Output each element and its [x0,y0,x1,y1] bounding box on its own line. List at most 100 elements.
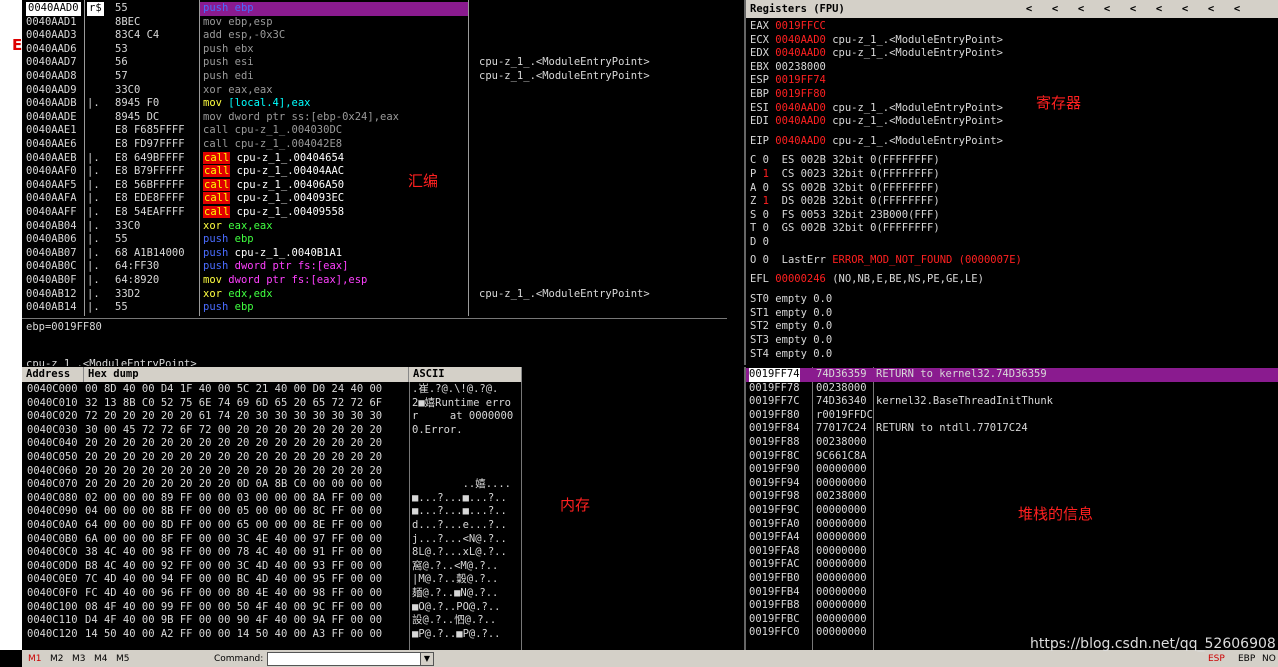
disasm-row[interactable]: 0040AAFF |. E8 54EAFFFF call cpu-z_1_.00409… [22,206,727,220]
dump-row[interactable]: 0040C030 30 00 45 72 72 6F 72 00 20 20 20… [22,424,727,438]
disasm-row[interactable]: 0040AAE1 E8 F685FFFF call cpu-z_1_.004030D… [22,124,727,138]
dump-row[interactable]: 0040C040 20 20 20 20 20 20 20 20 20 20 20… [22,437,727,451]
disasm-row[interactable]: 0040AB0C |. 64:FF30 push dword ptr fs:[eax] [22,260,727,274]
dump-row[interactable]: 0040C110 D4 4F 40 00 9B FF 00 00 90 4F 40… [22,614,727,628]
flag-c[interactable]: C 0 ES 002B 32bit 0(FFFFFFFF) [750,154,940,168]
register-esi[interactable]: ESI 0040AAD0 cpu-z_1_.<ModuleEntryPoint> [750,102,1003,116]
stack-row[interactable]: 0019FFBC 00000000 [746,613,1278,627]
register-esp[interactable]: ESP 0019FF74 [750,74,832,88]
stack-row[interactable]: 0019FF88 00238000 [746,436,1278,450]
disasm-row[interactable]: 0040AAF0 |. E8 B79FFFFF call cpu-z_1_.00404… [22,165,727,179]
dump-row[interactable]: 0040C0F0 FC 4D 40 00 96 FF 00 00 80 4E 40… [22,587,727,601]
arrow-left-icon[interactable]: < [1120,0,1146,18]
esp-button[interactable]: ESP [1208,654,1225,664]
fpu-register[interactable]: ST1 empty 0.0 [750,307,832,321]
fpu-register[interactable]: ST4 empty 0.0 [750,348,832,362]
disasm-row[interactable]: 0040AAD8 57 push edi cpu-z_1_.<ModuleEntryP… [22,70,727,84]
m2-button[interactable]: M2 [50,654,64,664]
dump-row[interactable]: 0040C010 32 13 8B C0 52 75 6E 74 69 6D 65… [22,397,727,411]
stack-row[interactable]: 0019FF84 77017C24 RETURN to ntdll.77017C24 [746,422,1278,436]
stack-row[interactable]: 0019FFA8 00000000 [746,545,1278,559]
disasm-row[interactable]: 0040AAEB |. E8 649BFFFF call cpu-z_1_.00404… [22,151,727,166]
m5-button[interactable]: M5 [116,654,130,664]
flag-s[interactable]: S 0 FS 0053 32bit 23B000(FFF) [750,209,940,223]
disasm-row[interactable]: 0040AAD7 56 push esi cpu-z_1_.<ModuleEntryP… [22,56,727,70]
register-efl[interactable]: EFL 00000246 (NO,NB,E,BE,NS,PE,GE,LE) [750,273,984,287]
arrow-left-icon[interactable]: < [1016,0,1042,18]
flag-d[interactable]: D 0 [750,236,782,250]
flag-a[interactable]: A 0 SS 002B 32bit 0(FFFFFFFF) [750,182,940,196]
hexdump-column-header[interactable]: Hex dump [84,367,409,382]
disasm-row[interactable]: 0040AB14 |. 55 push ebp [22,301,727,315]
dump-row[interactable]: 0040C090 04 00 00 00 8B FF 00 00 05 00 00… [22,505,727,519]
disasm-row[interactable]: 0040AB0F |. 64:8920 mov dword ptr fs:[eax],… [22,274,727,288]
register-ecx[interactable]: ECX 0040AAD0 cpu-z_1_.<ModuleEntryPoint> [750,34,1003,48]
disassembly-pane[interactable]: 0040AAD0 r$ 55 push ebp 0040AAD1 8BEC mov ebp,… [22,0,727,316]
disasm-row[interactable]: 0040AADB |. 8945 F0 mov [local.4],eax [22,97,727,111]
arrow-left-icon[interactable]: < [1224,0,1250,18]
register-edi[interactable]: EDI 0040AAD0 cpu-z_1_.<ModuleEntryPoint> [750,115,1003,129]
disasm-row[interactable]: 0040AB12 |. 33D2 xor edx,edx cpu-z_1_.<Modul… [22,288,727,302]
register-ebx[interactable]: EBX 00238000 [750,61,832,75]
arrow-left-icon[interactable]: < [1068,0,1094,18]
disasm-row[interactable]: 0040AB04 |. 33C0 xor eax,eax [22,220,727,234]
stack-row[interactable]: 0019FF7C 74D36340 kernel32.BaseThreadInitT… [746,395,1278,409]
flag-p[interactable]: P 1 CS 0023 32bit 0(FFFFFFFF) [750,168,940,182]
disasm-row[interactable]: 0040AAD9 33C0 xor eax,eax [22,84,727,98]
disasm-row[interactable]: 0040AAE6 E8 FD97FFFF call cpu-z_1_.004042E… [22,138,727,152]
dump-row[interactable]: 0040C060 20 20 20 20 20 20 20 20 20 20 20… [22,465,727,479]
stack-row[interactable]: 0019FF8C 9C661C8A [746,450,1278,464]
command-input[interactable]: ▼ [267,652,434,666]
ascii-column-header[interactable]: ASCII [409,367,522,382]
memory-dump-pane[interactable]: Address Hex dump ASCII 0040C000 00 8D 40 … [22,367,727,650]
address-column-header[interactable]: Address [22,367,84,382]
dump-row[interactable]: 0040C120 14 50 40 00 A2 FF 00 00 14 50 40… [22,628,727,642]
dump-row[interactable]: 0040C100 08 4F 40 00 99 FF 00 00 50 4F 40… [22,601,727,615]
stack-row[interactable]: 0019FF78 00238000 [746,382,1278,396]
dump-row[interactable]: 0040C000 00 8D 40 00 D4 1F 40 00 5C 21 40… [22,383,727,397]
register-ebp[interactable]: EBP 0019FF80 [750,88,832,102]
m1-button[interactable]: M1 [28,654,42,664]
fpu-register[interactable]: ST0 empty 0.0 [750,293,832,307]
dump-row[interactable]: 0040C0A0 64 00 00 00 8D FF 00 00 65 00 00… [22,519,727,533]
dump-row[interactable]: 0040C0D0 B8 4C 40 00 92 FF 00 00 3C 4D 40… [22,560,727,574]
dump-row[interactable]: 0040C0B0 6A 00 00 00 8F FF 00 00 3C 4E 40… [22,533,727,547]
disasm-row[interactable]: 0040AAF5 |. E8 56BFFFFF call cpu-z_1_.00406… [22,178,727,193]
fpu-register[interactable]: ST3 empty 0.0 [750,334,832,348]
disasm-row[interactable]: 0040AB07 |. 68 A1B14000 push cpu-z_1_.0040B… [22,247,727,261]
flag-t[interactable]: T 0 GS 002B 32bit 0(FFFFFFFF) [750,222,940,236]
stack-row[interactable]: 0019FF98 00238000 [746,490,1278,504]
stack-row[interactable]: 0019FFAC 00000000 [746,558,1278,572]
disasm-row[interactable]: 0040AAD0 r$ 55 push ebp [22,2,727,16]
register-edx[interactable]: EDX 0040AAD0 cpu-z_1_.<ModuleEntryPoint> [750,47,1003,61]
m3-button[interactable]: M3 [72,654,86,664]
dump-row[interactable]: 0040C0E0 7C 4D 40 00 94 FF 00 00 BC 4D 40… [22,573,727,587]
stack-row[interactable]: 0019FFA4 00000000 [746,531,1278,545]
dump-row[interactable]: 0040C050 20 20 20 20 20 20 20 20 20 20 20… [22,451,727,465]
stack-pane[interactable]: 0019FF74 74D36359 RETURN to kernel32.74D36… [744,367,1278,650]
registers-pane[interactable]: Registers (FPU) < < < < < < < < < EAX 0019FFCC E… [744,0,1278,365]
no-button[interactable]: NO [1262,654,1276,664]
disasm-row[interactable]: 0040AAFA |. E8 EDE8FFFF call cpu-z_1_.00409… [22,192,727,206]
chevron-down-icon[interactable]: ▼ [420,653,433,665]
stack-row[interactable]: 0019FF80 r0019FFDC [746,409,1278,423]
dump-row[interactable]: 0040C070 20 20 20 20 20 20 20 20 0D 0A 8B… [22,478,727,492]
dump-row[interactable]: 0040C020 72 20 20 20 20 20 61 74 20 30 30… [22,410,727,424]
m4-button[interactable]: M4 [94,654,108,664]
stack-row[interactable]: 0019FF9C 00000000 [746,504,1278,518]
stack-row[interactable]: 0019FF90 00000000 [746,463,1278,477]
registers-header[interactable]: Registers (FPU) < < < < < < < < < [746,0,1278,18]
flag-o[interactable]: O 0 LastErr ERROR_MOD_NOT_FOUND (0000007… [750,254,1022,268]
arrow-left-icon[interactable]: < [1172,0,1198,18]
stack-row[interactable]: 0019FFB0 00000000 [746,572,1278,586]
disasm-row[interactable]: 0040AAD1 8BEC mov ebp,esp [22,16,727,30]
dump-row[interactable]: 0040C080 02 00 00 00 89 FF 00 00 03 00 00… [22,492,727,506]
disasm-row[interactable]: 0040AB06 |. 55 push ebp [22,233,727,247]
arrow-left-icon[interactable]: < [1094,0,1120,18]
fpu-register[interactable]: ST2 empty 0.0 [750,320,832,334]
stack-row[interactable]: 0019FF74 74D36359 RETURN to kernel32.74D36… [746,368,1278,382]
dump-row[interactable]: 0040C0C0 38 4C 40 00 98 FF 00 00 78 4C 40… [22,546,727,560]
register-eip[interactable]: EIP 0040AAD0 cpu-z_1_.<ModuleEntryPoint> [750,135,1003,149]
stack-row[interactable]: 0019FF94 00000000 [746,477,1278,491]
arrow-left-icon[interactable]: < [1198,0,1224,18]
